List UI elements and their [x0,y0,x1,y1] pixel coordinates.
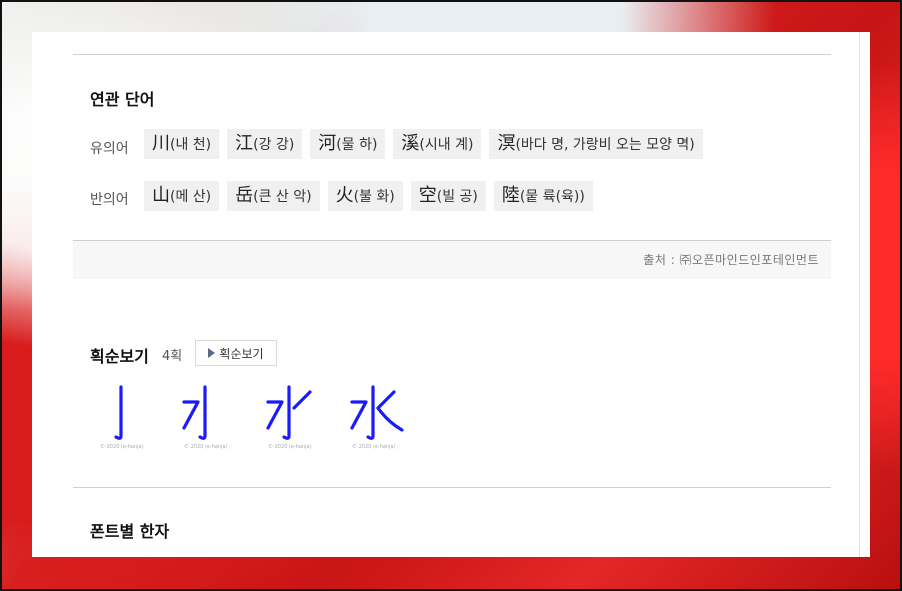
stroke-frame-copyright: © 2020 (e-hanja) [268,444,312,450]
synonym-chip[interactable]: 川(내 천) [144,129,220,159]
stroke-frame-copyright: © 2020 (e-hanja) [352,444,396,450]
stroke-frame-copyright: © 2020 (e-hanja) [184,444,228,450]
related-words-title: 연관 단어 [90,90,155,109]
stroke-frame-3: © 2020 (e-hanja) [260,382,322,452]
stroke-frame-2: © 2020 (e-hanja) [176,382,238,452]
bottom-divider [73,487,831,488]
stroke-frame-3-glyph [266,385,312,440]
antonym-chip[interactable]: 空(빌 공) [410,181,486,211]
top-divider [73,54,831,55]
antonym-chip[interactable]: 火(불 화) [327,181,403,211]
antonym-chip[interactable]: 山(메 산) [144,181,220,211]
stroke-order-button-label: 획순보기 [219,346,264,361]
synonym-label: 유의어 [90,141,129,157]
stroke-frames: © 2020 (e-hanja) © 2020 (e-hanja) © 2020… [92,382,406,452]
antonym-list: 山(메 산) 岳(큰 산 악) 火(불 화) 空(빌 공) 陸(뭍 륙(육)) [144,181,593,211]
stroke-frame-1: © 2020 (e-hanja) [92,382,154,452]
synonym-chip[interactable]: 溟(바다 명, 가랑비 오는 모양 멱) [489,129,703,159]
synonym-chip[interactable]: 溪(시내 계) [393,129,482,159]
antonym-chip[interactable]: 陸(뭍 륙(육)) [493,181,593,211]
synonym-list: 川(내 천) 江(강 강) 河(물 하) 溪(시내 계) 溟(바다 명, 가랑비… [144,129,703,159]
stroke-order-button[interactable]: 획순보기 [195,340,277,366]
synonym-chip[interactable]: 江(강 강) [227,129,303,159]
source-bar: 출처 : ㈜오픈마인드인포테인먼트 [73,240,831,279]
antonym-chip[interactable]: 岳(큰 산 악) [227,181,320,211]
play-icon [208,348,216,358]
stroke-order-title: 획순보기 [90,347,149,366]
font-hanja-title: 폰트별 한자 [90,522,170,541]
stroke-frame-2-glyph [182,385,207,440]
background-photo: 연관 단어 유의어 川(내 천) 江(강 강) 河(물 하) 溪(시내 계) 溟… [0,0,902,591]
stroke-frame-1-glyph [114,385,123,440]
source-text: 출처 : ㈜오픈마인드인포테인먼트 [643,253,819,267]
stroke-count: 4획 [162,349,183,364]
panel-divider [859,32,860,557]
synonym-chip[interactable]: 河(물 하) [310,129,386,159]
stroke-frame-4-glyph [350,385,404,440]
antonym-label: 반의어 [90,192,129,208]
stroke-frame-copyright: © 2020 (e-hanja) [100,444,144,450]
stroke-frame-4: © 2020 (e-hanja) [344,382,406,452]
content-panel: 연관 단어 유의어 川(내 천) 江(강 강) 河(물 하) 溪(시내 계) 溟… [32,32,870,557]
